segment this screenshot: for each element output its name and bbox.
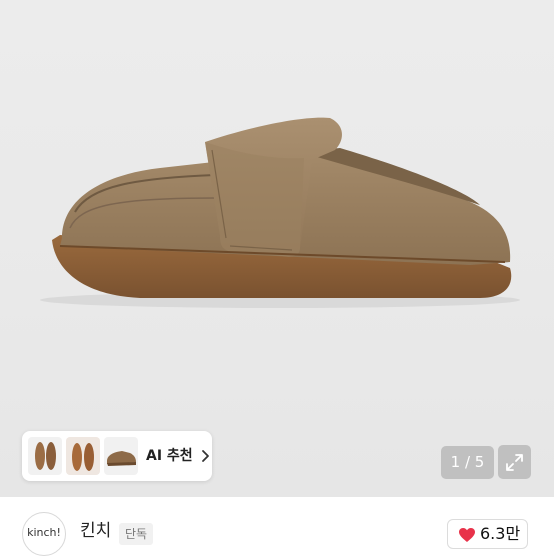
ai-recommend-label: AI 추천 [146,448,193,464]
shop-avatar[interactable]: kinch! [22,512,66,556]
expand-button[interactable] [498,445,531,479]
shop-info-bar: kinch! 킨치 단독 6.3만 [0,497,554,556]
exclusive-badge: 단독 [119,523,154,545]
ai-thumbnail-1[interactable] [28,437,62,475]
heart-icon [459,528,475,542]
image-counter: 1 / 5 [441,446,494,479]
expand-icon [506,454,523,471]
product-image-gallery[interactable]: AI 추천 1 / 5 [0,0,554,497]
shop-logo-text: kinch! [27,526,61,539]
like-button[interactable]: 6.3만 [447,519,528,549]
ai-recommend-chip[interactable]: AI 추천 [22,431,212,481]
shop-name[interactable]: 킨치 [80,520,111,542]
ai-thumbnail-2[interactable] [66,437,100,475]
chevron-right-icon [202,450,209,462]
ai-thumbnail-3[interactable] [104,437,138,475]
like-count: 6.3만 [480,524,521,543]
product-image-suede-mule [40,117,520,308]
